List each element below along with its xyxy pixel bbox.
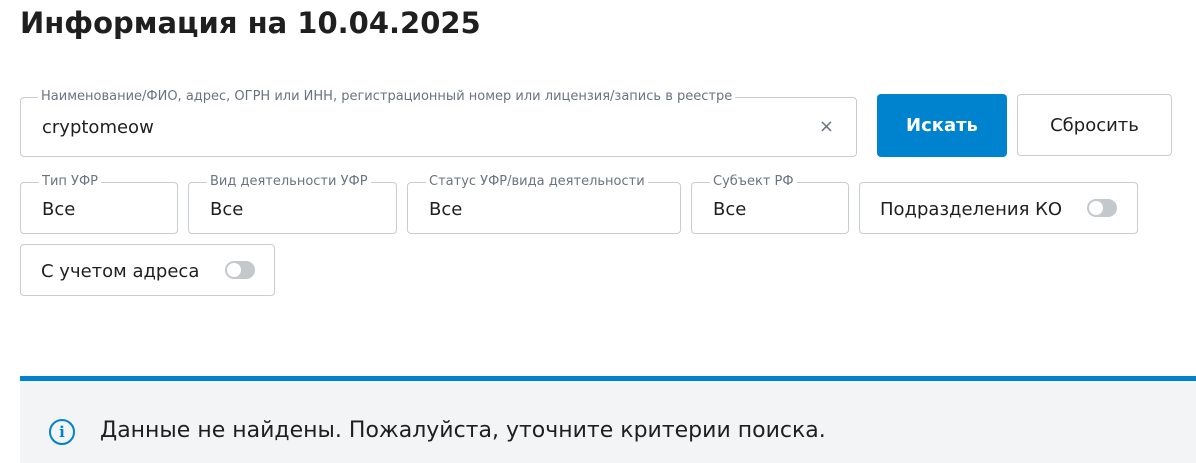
subject-select-value: Все (713, 199, 747, 220)
no-results-message: Данные не найдены. Пожалуйста, уточните … (100, 418, 826, 443)
status-select-label: Статус УФР/вида деятельности (426, 174, 648, 190)
ko-divisions-switch[interactable] (1087, 199, 1117, 217)
status-select[interactable]: Статус УФР/вида деятельности Все (407, 174, 681, 234)
no-results-notice: i Данные не найдены. Пожалуйста, уточнит… (20, 376, 1196, 463)
with-address-label: С учетом адреса (41, 261, 200, 282)
info-icon: i (49, 419, 75, 445)
type-select-label: Тип УФР (39, 174, 101, 190)
ko-divisions-toggle-field[interactable]: Подразделения КО (859, 182, 1138, 234)
ko-divisions-label: Подразделения КО (880, 199, 1063, 220)
activity-select-label: Вид деятельности УФР (207, 174, 371, 190)
type-select-value: Все (42, 199, 76, 220)
subject-select-label: Субъект РФ (710, 174, 797, 190)
clear-icon[interactable]: × (819, 117, 834, 137)
activity-select-value: Все (210, 199, 244, 220)
search-field-label: Наименование/ФИО, адрес, ОГРН или ИНН, р… (38, 89, 736, 105)
page-title: Информация на 10.04.2025 (20, 6, 481, 40)
switch-knob (1089, 201, 1103, 215)
switch-knob (227, 263, 241, 277)
reset-button[interactable]: Сбросить (1017, 94, 1172, 156)
with-address-switch[interactable] (225, 261, 255, 279)
status-select-value: Все (429, 199, 463, 220)
subject-select[interactable]: Субъект РФ Все (691, 174, 849, 234)
search-input-value[interactable]: cryptomeow (42, 117, 154, 138)
search-button[interactable]: Искать (877, 94, 1007, 157)
search-field[interactable]: Наименование/ФИО, адрес, ОГРН или ИНН, р… (20, 89, 857, 157)
type-select[interactable]: Тип УФР Все (20, 174, 178, 234)
with-address-toggle-field[interactable]: С учетом адреса (20, 244, 275, 296)
activity-select[interactable]: Вид деятельности УФР Все (188, 174, 397, 234)
